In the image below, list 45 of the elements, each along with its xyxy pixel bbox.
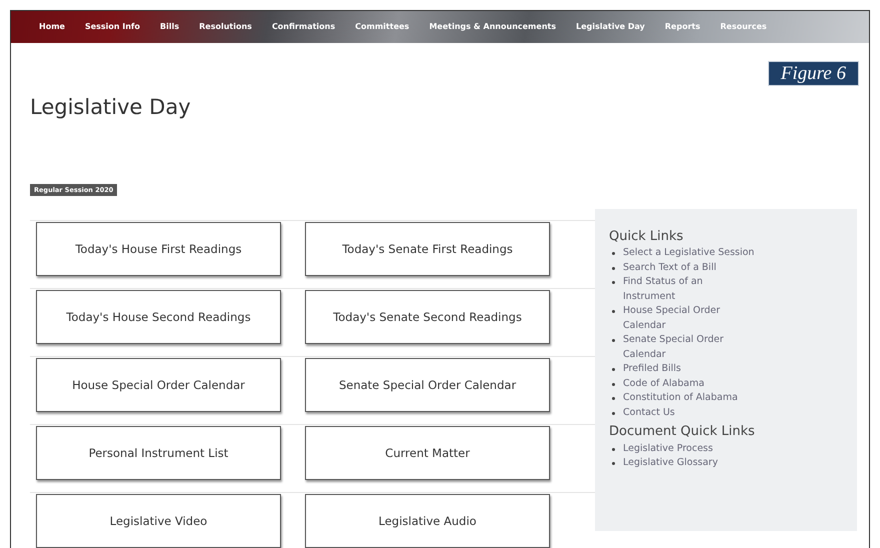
nav-link[interactable]: Session Info — [74, 21, 150, 33]
sidebar-heading: Quick Links — [609, 228, 684, 244]
sidebar-link[interactable]: Code of Alabama — [623, 376, 758, 392]
sidebar-link[interactable]: Select a Legislative Session — [623, 246, 758, 261]
nav-link[interactable]: Legislative Day — [566, 21, 655, 33]
bullet-icon — [612, 266, 615, 270]
tile-button[interactable]: Legislative Audio — [305, 494, 550, 548]
tile-button[interactable]: Personal Instrument List — [36, 426, 281, 480]
tile-button[interactable]: Today's Senate Second Readings — [305, 290, 550, 344]
bullet-icon — [612, 252, 615, 256]
tile-button[interactable]: House Special Order Calendar — [36, 358, 281, 412]
bullet-icon — [612, 462, 615, 466]
sidebar-link[interactable]: House Special Order Calendar — [623, 304, 758, 334]
sidebar-link[interactable]: Prefiled Bills — [623, 362, 758, 377]
tile-button[interactable]: Legislative Video — [36, 494, 281, 548]
tile-button[interactable]: Current Matter — [305, 426, 550, 480]
sidebar-link[interactable]: Legislative Glossary — [623, 456, 758, 471]
sidebar-link[interactable]: Senate Special Order Calendar — [623, 333, 758, 362]
page-title: Legislative Day — [30, 95, 192, 120]
tile-button[interactable]: Today's House First Readings — [36, 222, 281, 276]
nav-link[interactable]: Bills — [150, 21, 190, 33]
bullet-icon — [612, 281, 615, 284]
figure-label: Figure 6 — [768, 61, 859, 86]
bullet-icon — [612, 382, 615, 386]
sidebar-link[interactable]: Legislative Process — [623, 442, 758, 456]
bullet-icon — [612, 397, 615, 400]
nav-link[interactable]: Confirmations — [262, 21, 346, 33]
tile-button[interactable]: Today's House Second Readings — [36, 290, 281, 344]
nav-link[interactable]: Committees — [345, 21, 420, 33]
bullet-icon — [612, 448, 615, 451]
sidebar-heading: Document Quick Links — [609, 424, 756, 440]
bullet-icon — [612, 339, 615, 342]
sidebar-link[interactable]: Search Text of a Bill — [623, 260, 758, 276]
nav-link[interactable]: Reports — [654, 21, 710, 33]
nav-link[interactable]: Meetings & Announcements — [419, 21, 566, 33]
tile-button[interactable]: Today's Senate First Readings — [305, 222, 550, 276]
bullet-icon — [612, 368, 615, 372]
bullet-icon — [612, 310, 615, 314]
nav-link[interactable]: Home — [29, 21, 75, 33]
sidebar-link[interactable]: Find Status of an Instrument — [623, 275, 758, 304]
nav-link[interactable]: Resolutions — [189, 21, 262, 33]
sidebar-link[interactable]: Constitution of Alabama — [623, 391, 758, 406]
sidebar-link[interactable]: Contact Us — [623, 406, 758, 420]
tile-button[interactable]: Senate Special Order Calendar — [305, 358, 550, 412]
bullet-icon — [612, 412, 615, 415]
